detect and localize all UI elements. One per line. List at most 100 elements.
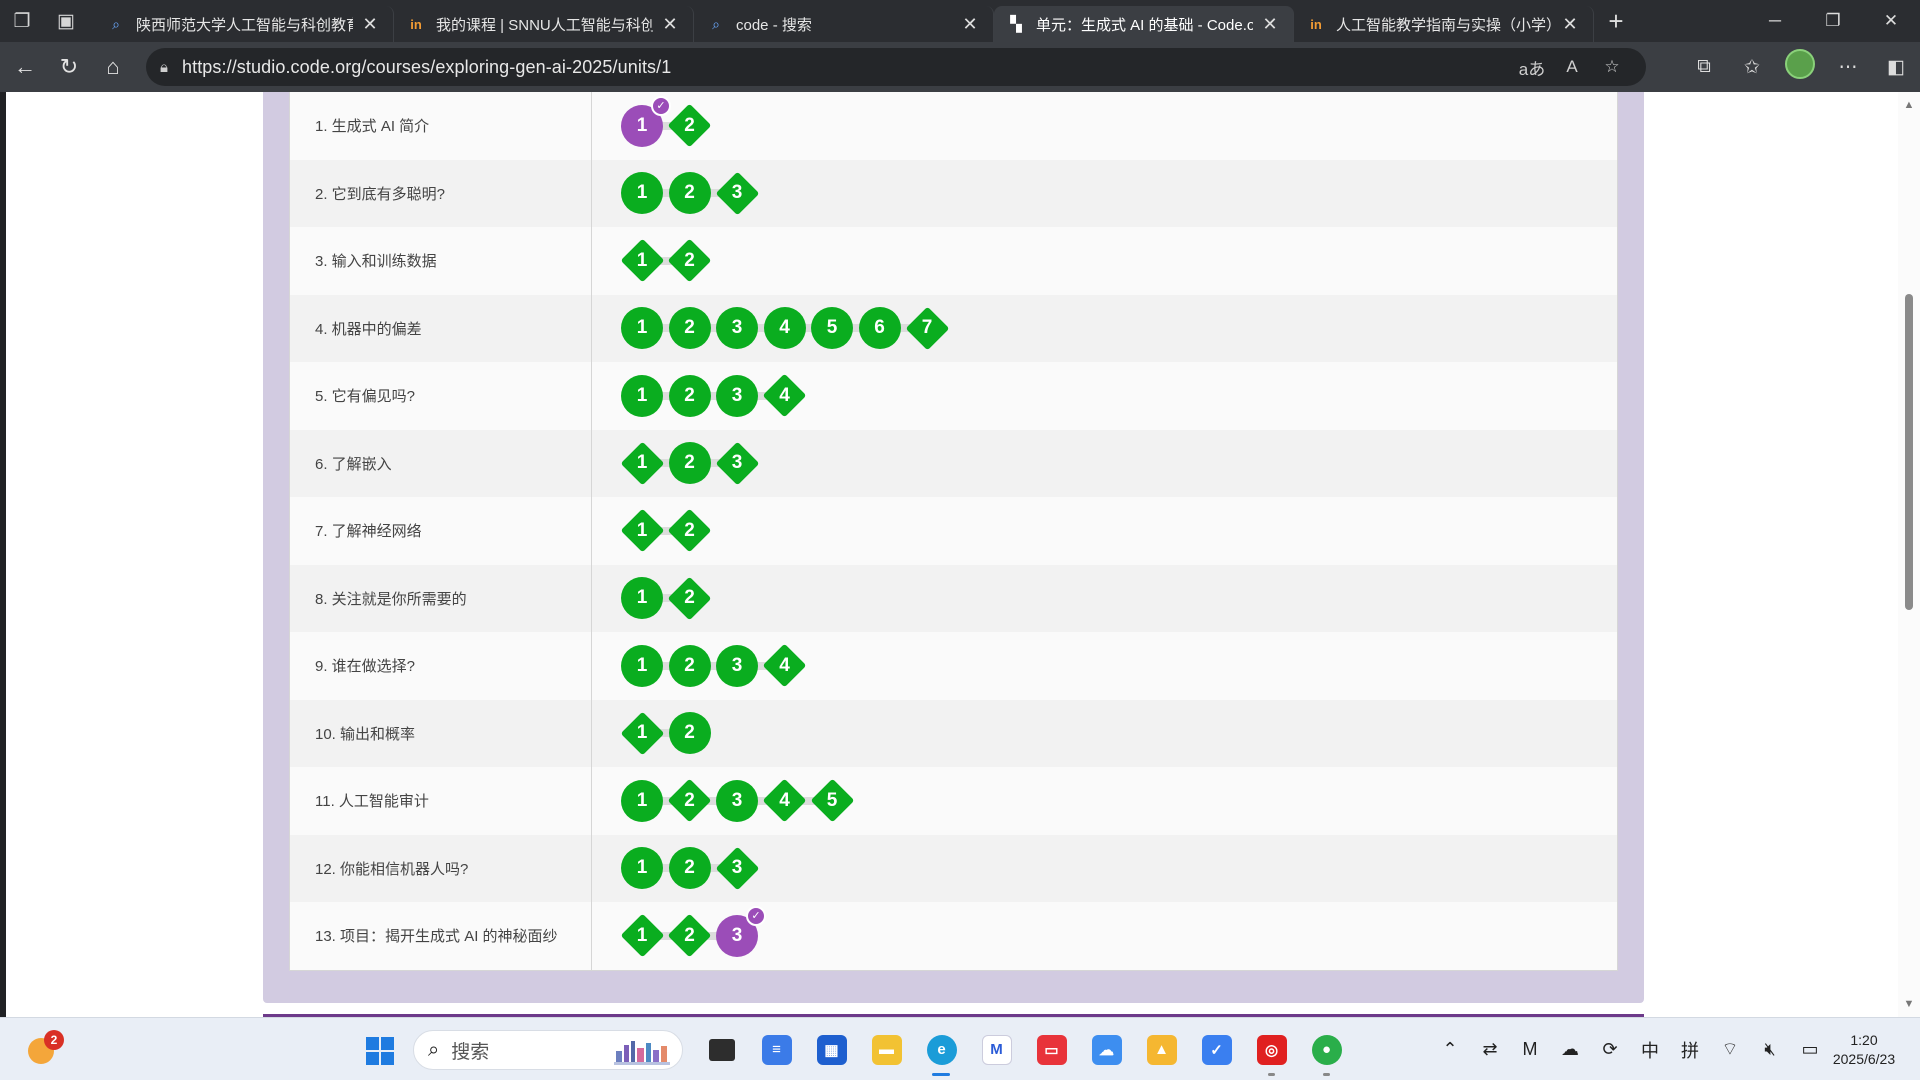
ime-mode[interactable]: 拼	[1670, 1037, 1710, 1063]
favorites-icon[interactable]: ✩	[1728, 56, 1776, 79]
scroll-up-arrow-icon[interactable]: ▲	[1898, 96, 1920, 114]
page-scrollbar[interactable]: ▲ ▼	[1898, 92, 1920, 1017]
lesson-name[interactable]: 1. 生成式 AI 简介	[290, 92, 592, 160]
system-clock[interactable]: 1:20 2025/6/23	[1824, 1031, 1904, 1069]
lesson-name[interactable]: 11. 人工智能审计	[290, 767, 592, 835]
lesson-name[interactable]: 8. 关注就是你所需要的	[290, 564, 592, 632]
level-bubble-diamond[interactable]: 2	[667, 103, 712, 148]
onedrive-icon[interactable]: ☁	[1550, 1039, 1590, 1060]
level-bubble[interactable]: 2	[668, 374, 711, 417]
level-bubble-diamond[interactable]: 2	[667, 238, 712, 283]
level-bubble-diamond[interactable]: 5	[810, 778, 854, 823]
volume-muted-icon[interactable]: 🔇︎	[1750, 1039, 1790, 1060]
file-explorer-app[interactable]: ▬	[859, 1018, 914, 1080]
level-bubble[interactable]: 2	[668, 442, 711, 485]
level-bubble[interactable]: 2	[668, 712, 711, 755]
netease-music-app[interactable]: ◎	[1244, 1018, 1299, 1080]
lesson-name[interactable]: 3. 输入和训练数据	[290, 227, 592, 295]
browser-tab[interactable]: ⌕ 陕西师范大学人工智能与科创教育 ✕	[94, 6, 394, 42]
level-bubble[interactable]: 3	[716, 644, 758, 687]
sidebar-icon[interactable]: ◧	[1872, 56, 1920, 79]
extensions-icon[interactable]: ⧉	[1680, 56, 1728, 78]
level-bubble[interactable]: 3	[716, 374, 758, 417]
level-bubble-diamond[interactable]: 1	[620, 913, 664, 958]
tab-close-icon[interactable]: ✕	[659, 13, 681, 35]
read-aloud-icon[interactable]: A	[1552, 57, 1592, 77]
level-bubble-diamond[interactable]: 4	[762, 643, 807, 688]
level-bubble-diamond[interactable]: 3	[715, 441, 759, 486]
more-options-icon[interactable]: ⋯	[1824, 56, 1872, 79]
vertical-tabs-icon[interactable]: ▣	[44, 0, 88, 42]
tab-close-icon[interactable]: ✕	[1259, 13, 1281, 35]
translate-icon[interactable]: aあ	[1512, 55, 1552, 80]
lesson-name[interactable]: 7. 了解神经网络	[290, 497, 592, 565]
back-button[interactable]: ←	[3, 45, 47, 89]
browser-tab[interactable]: ⌕ code - 搜索 ✕	[694, 6, 994, 42]
level-bubble[interactable]: 1	[621, 779, 663, 822]
lesson-name[interactable]: 5. 它有偏见吗?	[290, 362, 592, 430]
level-bubble-diamond[interactable]: 4	[762, 778, 807, 823]
microsoft-store-app[interactable]: ▦	[804, 1018, 859, 1080]
browser-tab[interactable]: ▚ 单元：生成式 AI 的基础 - Code.org ✕	[994, 6, 1294, 42]
level-bubble[interactable]: 1	[621, 172, 663, 215]
lock-icon[interactable]: 🔒︎	[160, 59, 168, 76]
browser-tab[interactable]: in 我的课程 | SNNU人工智能与科创 ✕	[394, 6, 694, 42]
scroll-thumb[interactable]	[1905, 294, 1913, 610]
level-bubble-diamond[interactable]: 4	[762, 373, 807, 418]
refresh-button[interactable]: ↻	[47, 45, 91, 89]
level-bubble[interactable]: 1	[621, 374, 663, 417]
minimize-button[interactable]: ─	[1746, 0, 1804, 42]
close-window-button[interactable]: ✕	[1862, 0, 1920, 42]
level-bubble[interactable]: 1	[621, 644, 663, 687]
lesson-name[interactable]: 9. 谁在做选择?	[290, 632, 592, 700]
level-bubble[interactable]: 2	[668, 644, 711, 687]
home-button[interactable]: ⌂	[91, 45, 135, 89]
tab-close-icon[interactable]: ✕	[359, 13, 381, 35]
browser-tab[interactable]: in 人工智能教学指南与实操（小学） ✕	[1294, 6, 1594, 42]
lesson-name[interactable]: 10. 输出和概率	[290, 699, 592, 767]
notepad-app[interactable]: ≡	[749, 1018, 804, 1080]
huawei-app[interactable]: ▭	[1024, 1018, 1079, 1080]
cloud-app[interactable]: ☁	[1079, 1018, 1134, 1080]
feishu-app[interactable]: ✓	[1189, 1018, 1244, 1080]
taskbar-search[interactable]: ⌕ 搜索	[413, 1030, 683, 1070]
sync-icon[interactable]: ⟳	[1590, 1039, 1630, 1060]
chevron-up-icon[interactable]: ⌃	[1430, 1039, 1470, 1060]
mail-app[interactable]: M	[969, 1018, 1024, 1080]
level-bubble-diamond[interactable]: 3	[715, 846, 759, 891]
level-bubble[interactable]: 2	[668, 172, 711, 215]
edge-browser-app[interactable]: e	[914, 1018, 969, 1080]
lesson-name[interactable]: 2. 它到底有多聪明?	[290, 159, 592, 227]
url-text[interactable]: https://studio.code.org/courses/explorin…	[182, 57, 671, 78]
level-bubble-diamond[interactable]: 1	[620, 711, 664, 756]
task-view-app[interactable]	[694, 1018, 749, 1080]
level-bubble[interactable]: 6	[858, 307, 901, 350]
level-bubble[interactable]: 2	[668, 847, 711, 890]
level-bubble[interactable]: 1	[621, 577, 663, 620]
m-app-icon[interactable]: M	[1510, 1039, 1550, 1060]
workspaces-icon[interactable]: ❐	[0, 0, 44, 42]
level-bubble-diamond[interactable]: 7	[905, 306, 949, 351]
lesson-name[interactable]: 6. 了解嵌入	[290, 429, 592, 497]
wechat-app[interactable]: ●	[1299, 1018, 1354, 1080]
level-bubble[interactable]: 1	[621, 307, 663, 350]
tab-close-icon[interactable]: ✕	[959, 13, 981, 35]
level-bubble[interactable]: 3	[716, 307, 758, 350]
restore-button[interactable]: ❐	[1804, 0, 1862, 42]
level-bubble-diamond[interactable]: 3	[715, 171, 759, 216]
level-bubble-diamond[interactable]: 1	[620, 508, 664, 553]
level-bubble[interactable]: 1	[621, 847, 663, 890]
level-bubble-diamond[interactable]: 2	[667, 576, 712, 621]
lesson-name[interactable]: 4. 机器中的偏差	[290, 294, 592, 362]
level-bubble-diamond[interactable]: 2	[667, 508, 712, 553]
settings-sliders-icon[interactable]: ⇄	[1470, 1039, 1510, 1060]
level-bubble[interactable]: 4	[763, 307, 806, 350]
level-bubble-diamond[interactable]: 2	[667, 913, 712, 958]
address-bar[interactable]: 🔒︎ https://studio.code.org/courses/explo…	[146, 48, 1646, 86]
favorite-star-icon[interactable]: ☆	[1592, 57, 1632, 77]
lesson-name[interactable]: 12. 你能相信机器人吗?	[290, 834, 592, 902]
scroll-down-arrow-icon[interactable]: ▼	[1898, 995, 1920, 1013]
level-bubble[interactable]: 2	[668, 307, 711, 350]
level-bubble[interactable]: 3	[716, 779, 758, 822]
profile-avatar[interactable]	[1776, 49, 1824, 85]
